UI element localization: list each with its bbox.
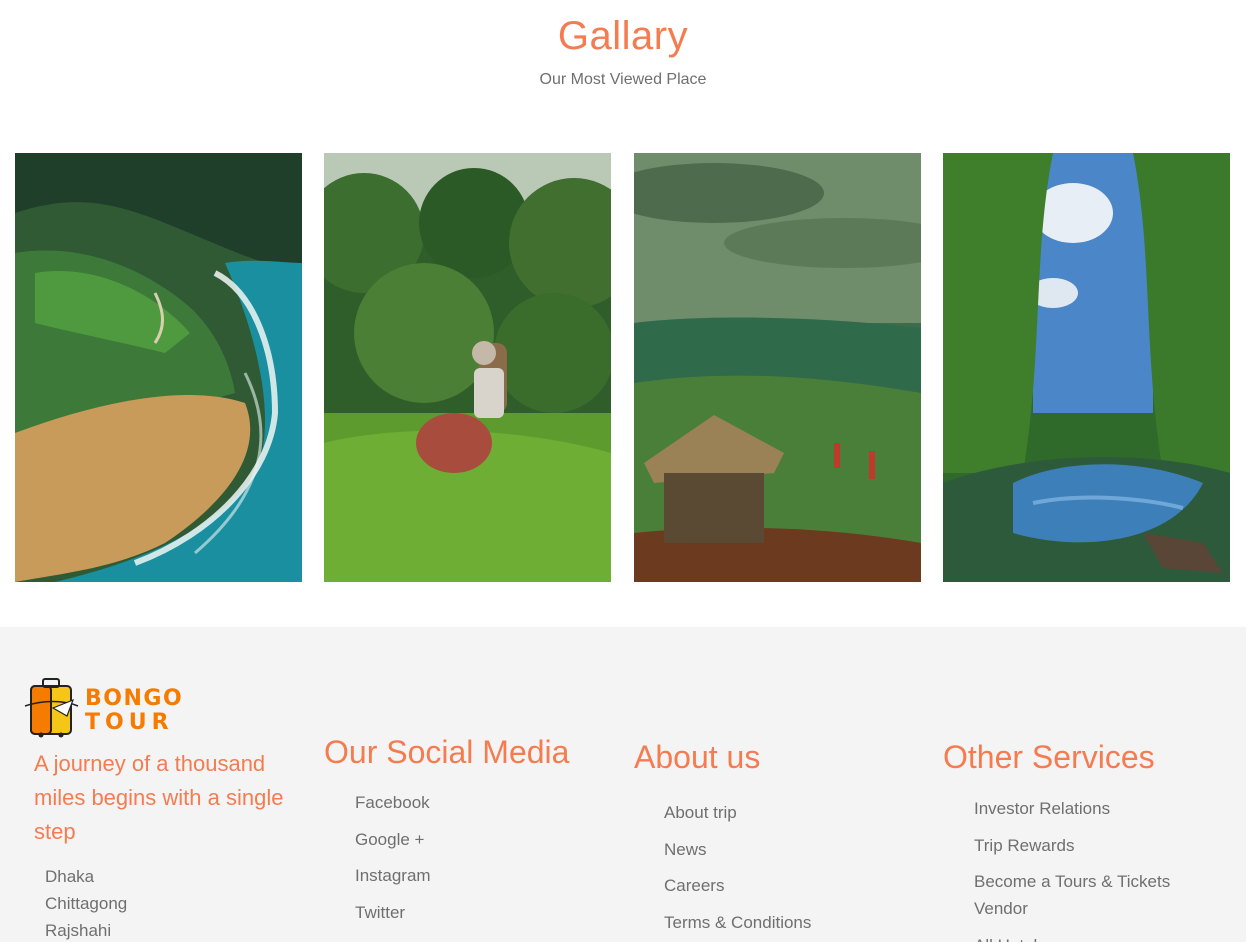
social-link-twitter[interactable]: Twitter xyxy=(355,895,431,932)
service-link-investor-relations[interactable]: Investor Relations xyxy=(974,795,1204,822)
social-link-instagram[interactable]: Instagram xyxy=(355,858,431,895)
tea-garden-image xyxy=(324,153,611,582)
city-item: Chittagong xyxy=(45,894,128,913)
about-link-terms[interactable]: Terms & Conditions xyxy=(664,905,811,942)
mangrove-image xyxy=(943,153,1230,582)
service-link-trip-rewards[interactable]: Trip Rewards xyxy=(974,832,1204,859)
gallery-photo-tea-garden[interactable] xyxy=(324,153,611,582)
logo-word-bongo: BONGO xyxy=(85,686,184,711)
coastline-image xyxy=(15,153,302,582)
gallery-photo-hill-hut[interactable] xyxy=(634,153,921,582)
hill-hut-image xyxy=(634,153,921,582)
about-us-heading: About us xyxy=(634,739,761,775)
suitcase-icon xyxy=(24,678,79,738)
about-link-about-trip[interactable]: About trip xyxy=(664,795,811,832)
city-list: Dhaka Chittagong Rajshahi xyxy=(45,863,127,942)
gallery-title: Gallary xyxy=(557,14,689,58)
service-link-become-vendor[interactable]: Become a Tours & Tickets Vendor xyxy=(974,868,1204,922)
about-links: About trip News Careers Terms & Conditio… xyxy=(664,795,811,941)
social-links: Facebook Google + Instagram Twitter xyxy=(355,785,431,931)
about-link-careers[interactable]: Careers xyxy=(664,868,811,905)
services-links: Investor Relations Trip Rewards Become a… xyxy=(974,795,1204,942)
social-link-google-plus[interactable]: Google + xyxy=(355,822,431,859)
city-item: Dhaka xyxy=(45,867,95,886)
city-item: Rajshahi xyxy=(45,921,112,940)
social-media-heading: Our Social Media xyxy=(324,734,570,770)
gallery-subtitle: Our Most Viewed Place xyxy=(539,71,707,88)
brand-logo[interactable]: BONGO TOUR xyxy=(23,676,188,738)
about-link-news[interactable]: News xyxy=(664,832,811,869)
social-link-facebook[interactable]: Facebook xyxy=(355,785,431,822)
logo-word-tour: TOUR xyxy=(85,710,174,735)
other-services-heading: Other Services xyxy=(943,739,1155,775)
gallery-photo-mangrove[interactable] xyxy=(943,153,1230,582)
footer-tagline: A journey of a thousand miles begins wit… xyxy=(34,751,284,844)
service-link-all-hotels[interactable]: All Hotels xyxy=(974,932,1204,942)
footer: BONGO TOUR A journey of a thousand miles… xyxy=(0,627,1246,942)
gallery-photo-coastline[interactable] xyxy=(15,153,302,582)
